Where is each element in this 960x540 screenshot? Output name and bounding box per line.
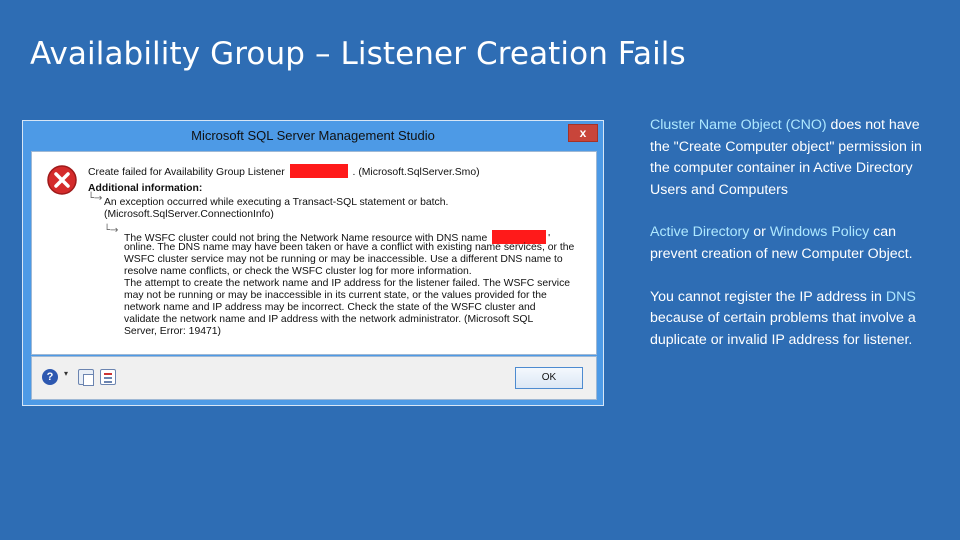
close-button[interactable]: x [568,124,598,142]
note-text: because of certain problems that involve… [650,310,916,348]
message-line: Create failed for Availability Group Lis… [88,164,480,179]
note-paragraph: You cannot register the IP address in DN… [650,287,940,352]
notes-panel: Cluster Name Object (CNO) does not have … [650,115,940,372]
details-icon[interactable] [100,369,116,385]
tree-branch-icon: └→ [104,225,119,236]
message-line: online. The DNS name may have been taken… [124,242,575,253]
note-text: You cannot register the IP address in [650,288,886,305]
error-icon [47,165,77,195]
chevron-down-icon[interactable]: ▾ [64,369,72,385]
note-paragraph: Cluster Name Object (CNO) does not have … [650,115,940,201]
message-line: An exception occurred while executing a … [104,197,449,208]
footer-toolbar: ? ▾ [42,366,116,388]
tree-branch-icon: └→ [88,193,103,204]
additional-info-heading: Additional information: [88,183,203,194]
message-text: Create failed for Availability Group Lis… [88,167,285,178]
slide-title: Availability Group – Listener Creation F… [30,36,686,72]
dialog-footer: ? ▾ OK [31,356,597,400]
note-text: or [749,224,770,241]
note-paragraph: Active Directory or Windows Policy can p… [650,222,940,265]
message-text: . (Microsoft.SqlServer.Smo) [352,167,480,178]
dialog-titlebar[interactable]: Microsoft SQL Server Management Studio x [23,121,603,151]
message-line: network name and IP address may be incor… [124,302,536,313]
redacted-listener-name [289,164,348,178]
message-line: resolve name conflicts, or check the WSF… [124,266,472,277]
note-highlight: Cluster Name Object (CNO) [650,117,827,133]
message-line: Server, Error: 19471) [124,326,222,337]
error-dialog: Microsoft SQL Server Management Studio x… [22,120,604,406]
dialog-message-area: Create failed for Availability Group Lis… [31,151,597,355]
help-icon[interactable]: ? [42,369,58,385]
message-line: validate the network name and IP address… [124,314,534,325]
message-line: may not be running or may be inaccessibl… [124,290,547,301]
message-line: WSFC cluster service may not be running … [124,254,563,265]
ok-button[interactable]: OK [515,367,583,389]
dialog-title: Microsoft SQL Server Management Studio [191,128,435,143]
note-highlight: DNS [885,288,916,305]
message-line: The attempt to create the network name a… [124,278,571,289]
message-line: (Microsoft.SqlServer.ConnectionInfo) [104,209,274,220]
copy-icon[interactable] [78,369,94,386]
note-highlight: Active Directory [650,224,750,241]
note-highlight: Windows Policy [769,224,870,241]
